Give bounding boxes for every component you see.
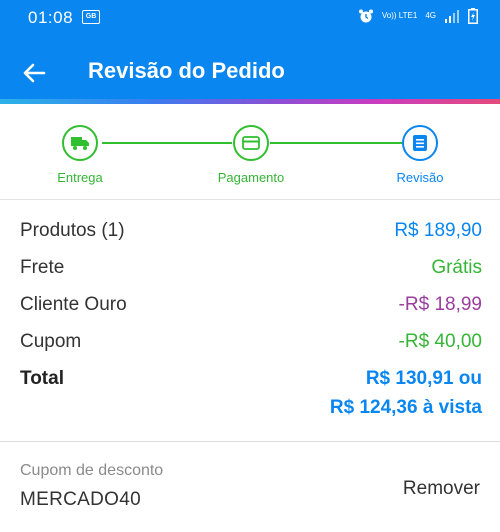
alarm-icon — [358, 9, 373, 23]
truck-icon — [71, 137, 89, 150]
page-title: Revisão do Pedido — [88, 58, 285, 83]
notification-icon: GB — [82, 10, 100, 24]
status-icons: Vo)) LTE1 4G — [358, 8, 478, 24]
remove-coupon-button[interactable]: Remover — [403, 478, 480, 500]
step-revisao[interactable]: Revisão — [350, 125, 490, 185]
arrow-left-icon[interactable] — [20, 59, 48, 87]
coupon-label: Cupom de desconto — [20, 462, 164, 479]
summary-row-products: Produtos (1) R$ 189,90 — [20, 220, 482, 250]
signal-icon — [445, 10, 459, 23]
toolbar: Revisão do Pedido — [0, 50, 500, 96]
shipping-label: Frete — [20, 257, 65, 278]
gold-discount-value: -R$ 18,99 — [398, 294, 482, 315]
step-circle — [62, 125, 98, 161]
summary-row-coupon: Cupom -R$ 40,00 — [20, 331, 482, 361]
step-label: Pagamento — [217, 170, 285, 185]
step-circle — [402, 125, 438, 161]
order-summary: Produtos (1) R$ 189,90 Frete Grátis Clie… — [0, 201, 500, 441]
total-value-cash: R$ 124,36 à vista — [329, 397, 482, 418]
gold-discount-label: Cliente Ouro — [20, 294, 127, 315]
checkout-stepper: Entrega Pagamento Revisão — [0, 104, 500, 200]
step-pagamento[interactable]: Pagamento — [181, 125, 321, 185]
total-value: R$ 130,91 ou R$ 124,36 à vista — [330, 364, 482, 422]
coupon-section: Cupom de desconto MERCADO40 Remover — [0, 442, 500, 532]
volte-indicator: Vo)) LTE1 — [381, 11, 418, 20]
coupon-discount-label: Cupom — [20, 331, 82, 352]
battery-icon — [468, 8, 478, 24]
summary-row-total: Total R$ 130,91 ou R$ 124,36 à vista — [20, 368, 482, 428]
coupon-discount-value: -R$ 40,00 — [398, 331, 482, 352]
status-time: 01:08 — [28, 8, 74, 27]
products-value: R$ 189,90 — [394, 220, 482, 241]
network-type-indicator: 4G — [425, 11, 436, 20]
step-circle — [233, 125, 269, 161]
status-bar: 01:08 GB Vo)) LTE1 4G — [0, 0, 500, 36]
summary-row-gold: Cliente Ouro -R$ 18,99 — [20, 294, 482, 324]
document-list-icon — [413, 135, 427, 151]
shipping-value: Grátis — [431, 257, 482, 278]
products-label: Produtos (1) — [20, 220, 125, 241]
total-label: Total — [20, 368, 64, 389]
app-header: 01:08 GB Vo)) LTE1 4G Revisão do Pedido — [0, 0, 500, 103]
credit-card-icon — [242, 136, 260, 150]
summary-row-shipping: Frete Grátis — [20, 257, 482, 287]
coupon-code: MERCADO40 — [20, 489, 141, 510]
total-value-installments: R$ 130,91 ou — [365, 368, 482, 389]
step-entrega[interactable]: Entrega — [10, 125, 150, 185]
step-label: Revisão — [396, 170, 444, 185]
step-label: Entrega — [57, 170, 103, 185]
